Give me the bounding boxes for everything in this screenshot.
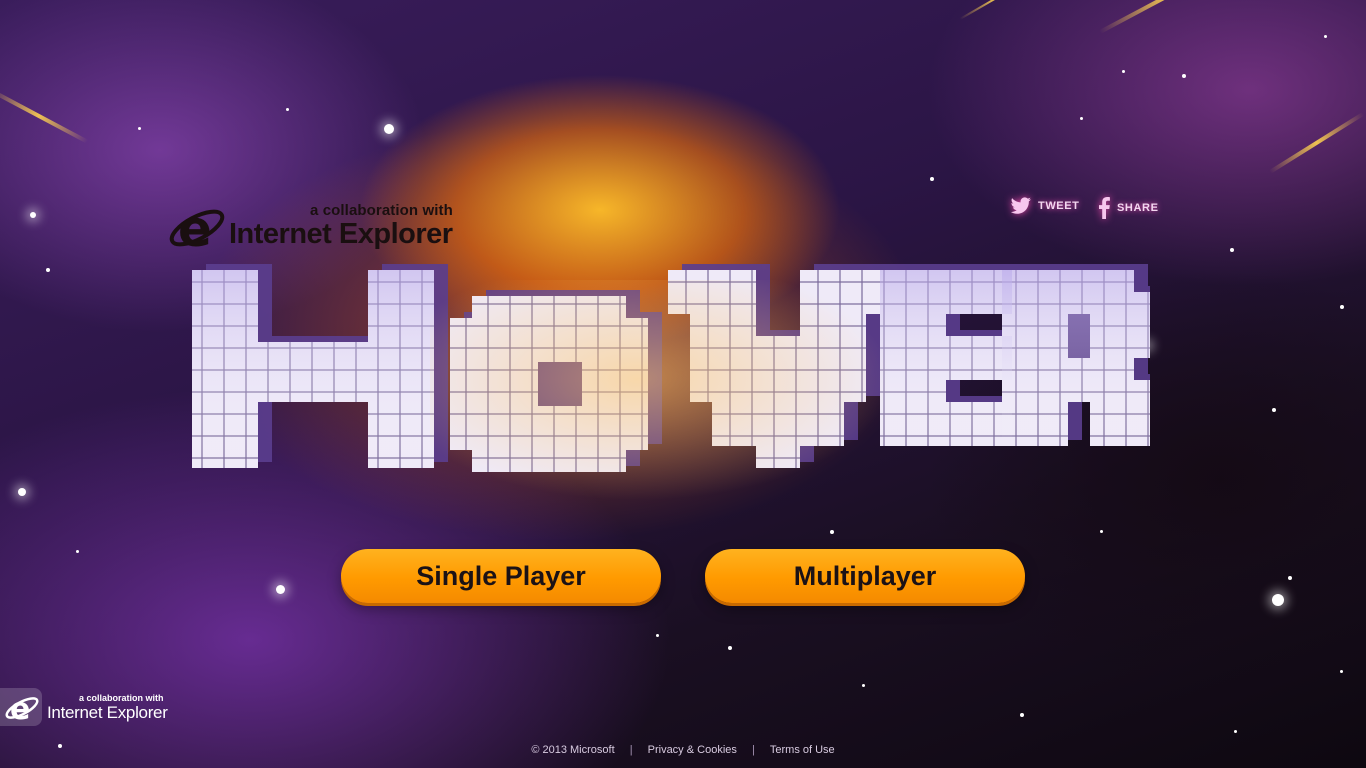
- star: [1324, 35, 1327, 38]
- star: [30, 212, 36, 218]
- star: [1182, 74, 1186, 78]
- collab-text: a collaboration with: [310, 202, 453, 219]
- footer-separator: |: [751, 744, 755, 756]
- collab-text-small: a collaboration with: [79, 693, 164, 703]
- light-streak: [1268, 112, 1365, 174]
- svg-text:e: e: [178, 200, 212, 254]
- single-player-button[interactable]: Single Player: [341, 549, 661, 603]
- star: [930, 177, 934, 181]
- star: [1340, 670, 1343, 673]
- share-label: SHARE: [1117, 202, 1159, 214]
- star: [384, 124, 394, 134]
- footer: © 2013 Microsoft | Privacy & Cookies | T…: [0, 744, 1366, 756]
- copyright-text: © 2013 Microsoft: [531, 744, 615, 756]
- star: [1230, 248, 1234, 252]
- star: [138, 127, 141, 130]
- star: [1288, 576, 1292, 580]
- star: [1340, 305, 1344, 309]
- light-streak: [1099, 0, 1234, 34]
- partner-name-small: Internet Explorer: [47, 703, 168, 722]
- multiplayer-button[interactable]: Multiplayer: [705, 549, 1025, 603]
- facebook-f-icon: [1099, 197, 1110, 219]
- internet-explorer-icon: e: [169, 200, 225, 254]
- twitter-bird-icon: [1010, 197, 1031, 214]
- internet-explorer-badge: e: [0, 688, 42, 727]
- light-streak: [959, 0, 1030, 20]
- tweet-button[interactable]: TWEET: [1010, 197, 1080, 215]
- ie-collaboration-logo-small[interactable]: e a collaboration with Internet Explorer: [0, 688, 190, 730]
- light-streak: [0, 88, 89, 144]
- star: [1080, 117, 1083, 120]
- tweet-label: TWEET: [1038, 200, 1080, 212]
- star: [728, 646, 732, 650]
- star: [1272, 408, 1276, 412]
- star: [862, 684, 865, 687]
- star: [76, 550, 79, 553]
- privacy-cookies-link[interactable]: Privacy & Cookies: [648, 744, 737, 756]
- svg-text:e: e: [10, 692, 30, 726]
- star: [1272, 594, 1284, 606]
- star: [656, 634, 659, 637]
- star: [46, 268, 50, 272]
- footer-separator: |: [629, 744, 633, 756]
- star: [18, 488, 26, 496]
- star: [1234, 730, 1237, 733]
- internet-explorer-icon: e: [5, 692, 39, 727]
- ie-collaboration-logo: e a collaboration with Internet Explorer: [167, 196, 487, 256]
- partner-name: Internet Explorer: [229, 218, 453, 250]
- star: [286, 108, 289, 111]
- star: [1122, 70, 1125, 73]
- star: [276, 585, 285, 594]
- star: [1020, 713, 1024, 717]
- hover-title-logo: [192, 264, 1150, 500]
- share-button[interactable]: SHARE: [1097, 197, 1159, 219]
- terms-of-use-link[interactable]: Terms of Use: [770, 744, 835, 756]
- star: [830, 530, 834, 534]
- star: [1100, 530, 1103, 533]
